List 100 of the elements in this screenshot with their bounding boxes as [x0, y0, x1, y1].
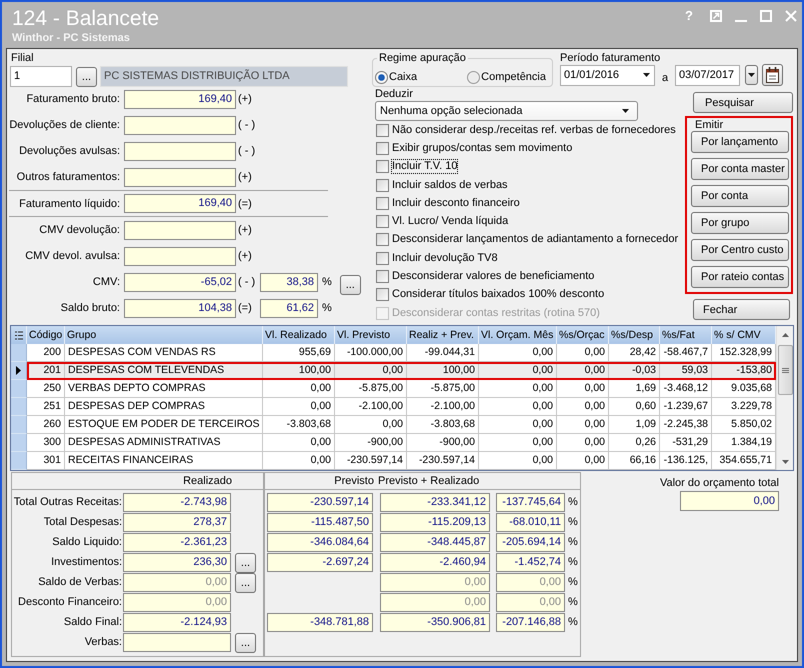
search-button[interactable]: Pesquisar [693, 92, 793, 113]
checkbox[interactable] [376, 142, 389, 155]
checkbox[interactable] [376, 215, 389, 228]
amount-field[interactable]: 236,30 [123, 553, 231, 572]
caret-icon[interactable] [643, 73, 650, 77]
maximize-icon[interactable] [760, 10, 772, 22]
branch-code-field[interactable]: 1 [10, 66, 72, 87]
checkbox-label[interactable]: Exibir grupos/contas sem movimento [392, 142, 572, 155]
percent-field[interactable]: -207.146,88 [496, 613, 565, 632]
caret-down-icon[interactable] [782, 460, 788, 464]
amount-field[interactable] [124, 142, 236, 160]
amount-field[interactable]: -2.743,98 [123, 493, 231, 512]
amount-field[interactable] [124, 220, 236, 240]
row-selector[interactable] [11, 362, 27, 380]
percent-field[interactable]: -68.010,11 [496, 513, 565, 532]
close-button[interactable]: Fechar [693, 299, 790, 320]
checkbox-label[interactable]: Incluir saldos de verbas [392, 178, 508, 192]
checkbox-label[interactable]: Incluir devolução TV8 [392, 252, 498, 265]
amount-field[interactable] [123, 633, 231, 652]
table-row[interactable]: 301 RECEITAS FINANCEIRAS 0,00 -230.597,14 -230.597,14 0,00 0,00 66,16 -136.125, 354.655,71 [27, 452, 776, 470]
scrollbar-track[interactable] [776, 326, 793, 470]
report-button[interactable]: Por grupo [691, 212, 789, 234]
amount-field[interactable]: -348.781,88 [267, 613, 373, 632]
table-row[interactable]: 250 VERBAS DEPTO COMPRAS 0,00 -5.875,00 -5.875,00 0,00 0,00 1,69 -3.468,12 9.035,68 [27, 380, 776, 398]
amount-field[interactable]: 278,37 [123, 513, 231, 532]
amount-field[interactable]: 169,40 [124, 194, 236, 213]
percent-field[interactable]: -205.694,14 [496, 533, 565, 552]
details-button[interactable]: ... [235, 553, 256, 573]
lookup-button[interactable]: ... [76, 66, 97, 86]
amount-field[interactable]: -115.209,13 [380, 513, 490, 532]
report-button[interactable]: Por conta [691, 185, 789, 207]
deduct-dropdown[interactable]: Nenhuma opção selecionada [375, 101, 638, 121]
table-row[interactable]: 201 DESPESAS COM TELEVENDAS 100,00 0,00 100,00 0,00 0,00 -0,03 59,03 -153,80 [27, 362, 776, 380]
checkbox-label[interactable]: Incluir T.V. 10 [392, 160, 458, 174]
close-icon[interactable] [785, 10, 797, 22]
details-button[interactable]: ... [340, 274, 361, 294]
caret-up-icon[interactable] [782, 332, 788, 336]
table-row[interactable]: 260 ESTOQUE EM PODER DE TERCEIROS -3.803,68 0,00 -3.803,68 0,00 0,00 1,09 -2.245,38 5.850,02 [27, 416, 776, 434]
amount-field[interactable]: -2.361,23 [123, 533, 231, 552]
radio-button[interactable] [467, 70, 480, 84]
checkbox[interactable] [376, 252, 389, 265]
checkbox-label[interactable]: Incluir desconto financeiro [392, 196, 520, 210]
budget-field[interactable]: 0,00 [680, 491, 779, 511]
amount-field[interactable]: -348.445,87 [380, 533, 490, 552]
amount-field[interactable]: 169,40 [124, 90, 236, 108]
checkbox[interactable] [376, 288, 389, 302]
percent-field[interactable]: 38,38 [260, 272, 318, 292]
amount-field[interactable]: -230.597,14 [267, 493, 373, 512]
amount-field[interactable]: -115.487,50 [267, 513, 373, 532]
checkbox-label[interactable]: Não considerar desp./receitas ref. verbas de fornecedores [392, 124, 676, 137]
table-row[interactable]: 300 DESPESAS ADMINISTRATIVAS 0,00 -900,00 -900,00 0,00 0,00 0,26 -531,29 1.384,19 [27, 434, 776, 452]
amount-field[interactable]: 104,38 [124, 298, 236, 318]
amount-field[interactable]: -2.124,93 [123, 613, 231, 632]
amount-field[interactable]: -65,02 [124, 272, 236, 292]
checkbox[interactable] [376, 178, 389, 192]
amount-field[interactable]: -2.460,94 [380, 553, 490, 572]
box-arrow-icon[interactable] [710, 10, 722, 22]
checkbox[interactable] [376, 160, 389, 174]
checkbox-label[interactable]: Desconsiderar valores de beneficiamento [392, 270, 594, 284]
checkbox-label[interactable]: Desconsiderar lançamentos de adiantamento a fornecedor [392, 233, 678, 246]
radio-button[interactable] [375, 70, 388, 84]
scroll-thumb[interactable] [778, 345, 792, 395]
report-button[interactable]: Por rateio contas [691, 266, 789, 288]
list-icon[interactable] [14, 330, 22, 340]
checkbox[interactable] [376, 196, 389, 210]
table-row[interactable]: 251 DESPESAS DEP COMPRAS 0,00 -2.100,00 -2.100,00 0,00 0,00 0,60 -1.239,67 3.229,78 [27, 398, 776, 416]
checkbox-label[interactable]: Considerar títulos baixados 100% desconto [392, 288, 604, 302]
report-button[interactable]: Por lançamento [691, 131, 789, 153]
checkbox[interactable] [376, 233, 389, 246]
column-header[interactable]: Vl. Orçam. Mês [479, 326, 557, 344]
column-header[interactable]: Realiz + Prev. [407, 326, 479, 344]
percent-field[interactable]: -1.452,74 [496, 553, 565, 572]
percent-field[interactable]: 61,62 [260, 298, 318, 318]
amount-field[interactable] [124, 168, 236, 186]
column-header[interactable]: Código [27, 326, 65, 344]
date-field[interactable]: 03/07/2017 [675, 64, 740, 86]
amount-field[interactable] [124, 116, 236, 134]
column-header[interactable]: Grupo [65, 326, 263, 344]
column-header[interactable]: %s/Orçac [557, 326, 609, 344]
column-header[interactable]: %s/Desp [609, 326, 660, 344]
report-button[interactable]: Por conta master [691, 158, 789, 180]
amount-field[interactable]: -233.341,12 [380, 493, 490, 512]
percent-field[interactable]: -137.745,64 [496, 493, 565, 512]
dropdown-button[interactable] [745, 65, 758, 85]
amount-field[interactable]: -350.906,81 [380, 613, 490, 632]
column-header[interactable]: %s/Fat [660, 326, 712, 344]
amount-field[interactable] [124, 246, 236, 266]
checkbox[interactable] [376, 270, 389, 284]
checkbox[interactable] [376, 124, 389, 137]
amount-field[interactable]: -346.084,64 [267, 533, 373, 552]
checkbox-label[interactable]: Vl. Lucro/ Venda líquida [392, 215, 508, 228]
column-header[interactable]: Vl. Previsto [335, 326, 407, 344]
report-button[interactable]: Por Centro custo [691, 239, 789, 261]
amount-field[interactable]: -2.697,24 [267, 553, 373, 572]
details-button[interactable]: ... [235, 633, 256, 653]
calendar-button[interactable] [762, 64, 783, 86]
calendar-icon[interactable] [766, 67, 779, 83]
date-field[interactable]: 01/01/2016 [560, 64, 655, 86]
column-header[interactable]: Vl. Realizado [263, 326, 335, 344]
caret-icon[interactable] [622, 109, 629, 113]
